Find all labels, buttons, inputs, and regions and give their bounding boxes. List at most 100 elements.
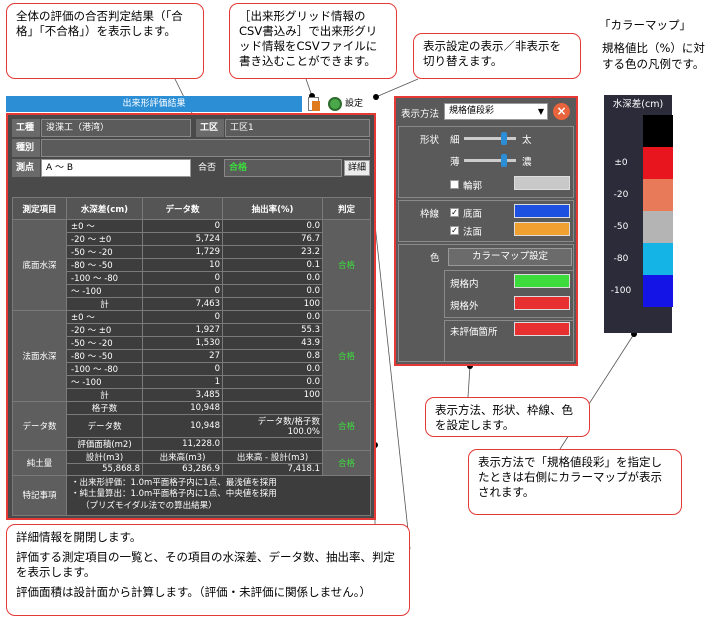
notes-text: ・出来形評価：1.0m平面格子内に1点、最浅値を採用 ・純土量算出：1.0m平面… (66, 474, 371, 516)
table-cell (222, 437, 323, 451)
table-cell: 0 (142, 219, 223, 233)
work-label: 工種 (12, 119, 40, 137)
bottom-judge: 合格 (322, 219, 371, 311)
table-row: 法面水深 ±0 ～ 0 0.0 合格 (12, 310, 371, 402)
callout-csv-export: ［出来形グリッド情報のCSV書込み］で出来形グリッド情報をCSVファイルに書き込… (229, 3, 397, 79)
window-title: 出来形評価結果 (6, 96, 302, 112)
table-cell: -80 ～ -50 (66, 258, 143, 272)
table-cell: -20 ～ ±0 (66, 232, 143, 246)
table-row: 計 3,485 100 (13, 388, 371, 402)
table-cell: ～ -100 (66, 375, 143, 389)
colormap-band (643, 211, 673, 243)
callout-overall-result: 全体の評価の合否判定結果（「合格」「不合格」）を表示します。 (6, 3, 204, 79)
colormap-band-label: -80 (613, 254, 629, 264)
point-label: 測点 (12, 159, 40, 177)
slider-thumb[interactable] (501, 154, 507, 167)
table-row: 特記事項 ・出来形評価：1.0m平面格子内に1点、最浅値を採用 ・純土量算出：1… (12, 474, 371, 516)
settings-toggle-button[interactable]: 設定 (328, 96, 376, 112)
table-cell: 0.8 (222, 349, 323, 363)
table-row: -20 ～ ±0 1,927 55.3 (13, 323, 371, 337)
colormap-band (643, 147, 673, 179)
outline-color-swatch[interactable] (514, 176, 570, 190)
result-panel: 工種 浚渫工（港湾） 工区 工区1 種別 測点 A ～ B 合否 合格 詳細 測… (6, 113, 376, 520)
dark-label: 濃 (522, 157, 532, 168)
table-cell: データ数 (66, 414, 143, 438)
out-spec-color-swatch[interactable] (514, 296, 570, 310)
colormap-description: 規格値比（%）に対する色の凡例です。 (602, 41, 705, 71)
gear-icon (328, 96, 342, 111)
table-cell: 0.0 (222, 310, 323, 324)
header-count: データ数 (142, 197, 223, 220)
header-item: 測定項目 (12, 197, 67, 220)
table-cell: ±0 ～ (66, 219, 143, 233)
table-cell: 計 (66, 388, 143, 402)
notes-line: ・純土量算出：1.0m平面格子内に1点、中央値を採用 (71, 489, 277, 499)
method-select[interactable]: 規格値段彩 ▼ (444, 103, 548, 120)
table-row: -100 ～ -80 0 0.0 (13, 271, 371, 285)
table-row: データ数 10,948 データ数/格子数 100.0% (13, 414, 371, 438)
table-cell: 55,868.8 (66, 463, 143, 476)
close-icon[interactable]: × (553, 103, 570, 120)
table-cell: 出来高 - 設計(m3) (222, 450, 323, 464)
slope-frame-checkbox[interactable]: ✓ (450, 226, 459, 235)
table-cell: -20 ～ ±0 (66, 323, 143, 337)
table-cell: 0 (142, 284, 223, 298)
light-label: 薄 (450, 157, 460, 168)
density-slider[interactable] (464, 154, 516, 167)
table-cell: 評価面積(m2) (66, 437, 143, 451)
table-cell: 1 (142, 375, 223, 389)
width-slider[interactable] (464, 132, 516, 145)
callout-settings: 表示方法、形状、枠線、色を設定します。 (425, 397, 590, 437)
table-row: 55,868.8 63,286.9 7,418.1 (13, 463, 371, 476)
slope-item-name: 法面水深 (12, 310, 67, 402)
table-cell: 0 (142, 271, 223, 285)
bottom-frame-label: 底面 (463, 209, 483, 220)
table-cell: 設計(m3) (66, 450, 143, 464)
table-cell: ～ -100 (66, 284, 143, 298)
outline-checkbox[interactable] (450, 180, 459, 189)
slider-thumb[interactable] (501, 132, 507, 145)
evaluation-table: 測定項目 水深差(cm) データ数 抽出率(%) 判定 底面水深 ±0 ～ 0 … (12, 197, 371, 516)
table-cell: -50 ～ -20 (66, 336, 143, 350)
table-cell: 10,948 (142, 414, 223, 438)
slope-color-swatch[interactable] (514, 222, 570, 236)
header-depth: 水深差(cm) (66, 197, 143, 220)
colormap-title: 「カラーマップ」 (599, 18, 691, 32)
colormap-settings-button[interactable]: カラーマップ設定 (448, 248, 572, 266)
evaluation-result-window: 出来形評価結果 設定 工種 浚渫工（港湾） 工区 工区1 種別 測点 A ～ B… (6, 96, 376, 520)
bottom-color-swatch[interactable] (514, 204, 570, 218)
table-cell: 0.0 (222, 375, 323, 389)
detail-toggle-button[interactable]: 詳細 (344, 160, 370, 176)
in-spec-color-swatch[interactable] (514, 274, 570, 288)
callout-colormap: 表示方法で「規格値段彩」を指定したときは右側にカラーマップが表示されます。 (468, 449, 682, 515)
table-cell: データ数/格子数 100.0% (222, 414, 323, 438)
frame-label: 枠線 (420, 209, 440, 220)
table-cell: -80 ～ -50 (66, 349, 143, 363)
table-cell: 1,530 (142, 336, 223, 350)
table-cell: 10,948 (142, 401, 223, 415)
table-row: 評価面積(m2) 11,228.0 (13, 437, 371, 451)
table-row: ～ -100 1 0.0 (13, 375, 371, 389)
colormap-band (643, 115, 673, 147)
table-cell: 55.3 (222, 323, 323, 337)
bottom-frame-checkbox[interactable]: ✓ (450, 208, 459, 217)
type-label: 種別 (12, 139, 40, 157)
notes-line: ・出来形評価：1.0m平面格子内に1点、最浅値を採用 (71, 477, 277, 488)
table-cell: 0.0 (222, 219, 323, 233)
work-value: 浚渫工（港湾） (41, 119, 191, 137)
zone-label: 工区 (196, 119, 224, 137)
method-label: 表示方法 (401, 109, 440, 120)
count-item-name: データ数 (12, 401, 67, 451)
table-cell: 23.2 (222, 245, 323, 259)
table-cell: 7,418.1 (222, 463, 323, 476)
table-row: -100 ～ -80 0 0.0 (13, 362, 371, 376)
zone-value: 工区1 (225, 119, 370, 137)
table-row: 底面水深 ±0 ～ 0 0.0 合格 (12, 219, 371, 311)
csv-export-icon[interactable] (308, 96, 320, 112)
callout-detail-info: 詳細情報を開閉します。 評価する測定項目の一覧と、その項目の水深差、データ数、抽… (6, 524, 410, 616)
table-cell: 0.1 (222, 258, 323, 272)
table-cell: 10 (142, 258, 223, 272)
unevaluated-color-swatch[interactable] (514, 322, 570, 336)
unevaluated-label: 未評価箇所 (450, 327, 498, 338)
thin-label: 細 (450, 135, 460, 146)
